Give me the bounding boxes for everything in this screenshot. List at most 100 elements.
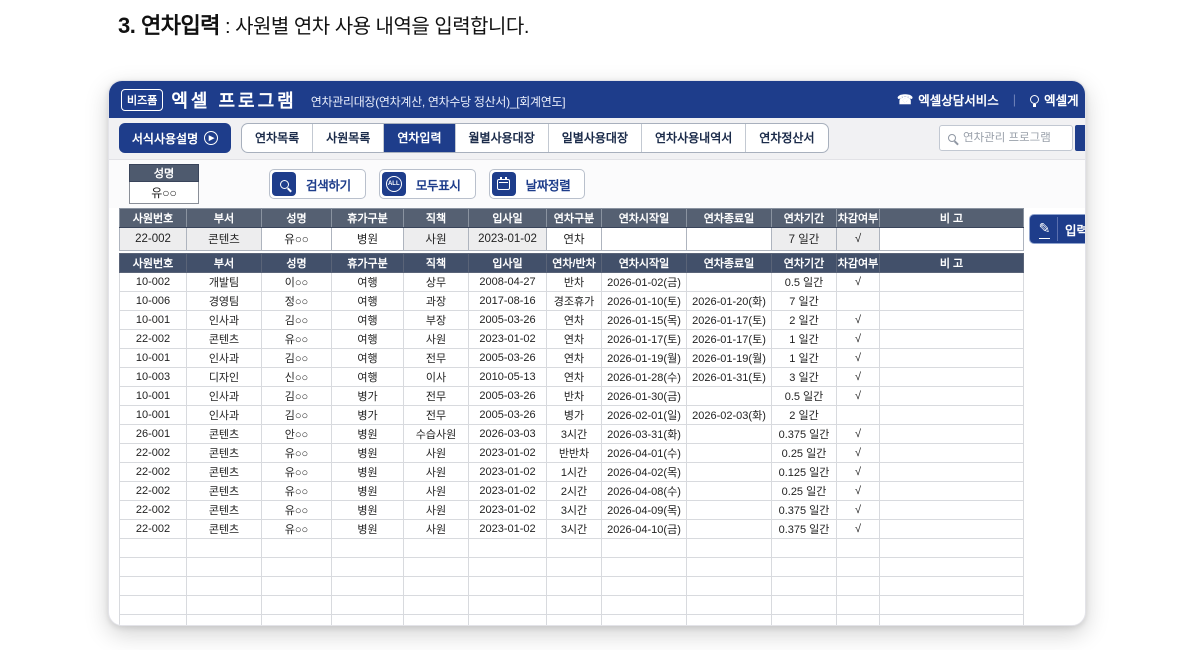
entry-submit-button[interactable]: ✎ 입력하 — [1029, 214, 1085, 244]
table-cell[interactable]: 0.375 일간 — [771, 500, 837, 520]
empty-cell[interactable] — [331, 576, 404, 596]
tab-item-4[interactable]: 일별사용대장 — [549, 124, 643, 152]
table-cell[interactable]: 콘텐츠 — [186, 227, 262, 251]
table-cell[interactable]: 2005-03-26 — [468, 405, 547, 425]
table-cell[interactable]: 2023-01-02 — [468, 329, 547, 349]
table-cell[interactable] — [879, 424, 1024, 444]
table-cell[interactable]: 경조휴가 — [546, 291, 602, 311]
table-cell[interactable] — [879, 481, 1024, 501]
empty-cell[interactable] — [261, 538, 332, 558]
empty-cell[interactable] — [546, 614, 602, 625]
table-cell[interactable]: 반차 — [546, 272, 602, 292]
empty-cell[interactable] — [119, 595, 187, 615]
empty-cell[interactable] — [836, 576, 880, 596]
excel-consult-link[interactable]: ☎ 엑셀상담서비스 — [897, 90, 999, 109]
table-cell[interactable]: 2010-05-13 — [468, 367, 547, 387]
table-cell[interactable] — [879, 291, 1024, 311]
table-cell[interactable]: 여행 — [331, 329, 404, 349]
table-cell[interactable] — [601, 227, 687, 251]
empty-cell[interactable] — [119, 538, 187, 558]
table-cell[interactable]: 1시간 — [546, 462, 602, 482]
table-cell[interactable]: 여행 — [331, 291, 404, 311]
table-cell[interactable]: 병원 — [331, 481, 404, 501]
empty-cell[interactable] — [331, 557, 404, 577]
table-cell[interactable]: 3시간 — [546, 519, 602, 539]
empty-cell[interactable] — [331, 614, 404, 625]
empty-cell[interactable] — [468, 595, 547, 615]
empty-cell[interactable] — [836, 538, 880, 558]
empty-cell[interactable] — [261, 557, 332, 577]
table-cell[interactable]: 사원 — [403, 500, 469, 520]
table-cell[interactable]: 반반차 — [546, 443, 602, 463]
table-cell[interactable]: 2026-04-01(수) — [601, 443, 687, 463]
table-cell[interactable]: 2026-03-03 — [468, 424, 547, 444]
table-cell[interactable]: 7 일간 — [771, 227, 837, 251]
tab-item-2[interactable]: 연차입력 — [384, 124, 456, 152]
table-cell[interactable] — [879, 367, 1024, 387]
table-cell[interactable]: 사원 — [403, 443, 469, 463]
empty-cell[interactable] — [186, 538, 262, 558]
table-cell[interactable] — [879, 348, 1024, 368]
excel-board-link[interactable]: 엑셀게 — [1030, 90, 1079, 109]
tab-item-0[interactable]: 연차목록 — [242, 124, 314, 152]
table-cell[interactable] — [686, 481, 772, 501]
table-cell[interactable]: 유○○ — [261, 227, 332, 251]
table-cell[interactable]: 유○○ — [261, 329, 332, 349]
table-cell[interactable]: √ — [836, 462, 880, 482]
empty-cell[interactable] — [403, 557, 469, 577]
table-cell[interactable] — [879, 519, 1024, 539]
empty-cell[interactable] — [771, 595, 837, 615]
table-cell[interactable]: 2026-02-03(화) — [686, 405, 772, 425]
empty-cell[interactable] — [686, 595, 772, 615]
table-cell[interactable]: 디자인 — [186, 367, 262, 387]
table-cell[interactable] — [879, 386, 1024, 406]
empty-cell[interactable] — [468, 557, 547, 577]
tab-item-6[interactable]: 연차정산서 — [746, 124, 827, 152]
empty-cell[interactable] — [601, 557, 687, 577]
table-cell[interactable]: 3 일간 — [771, 367, 837, 387]
table-cell[interactable] — [879, 310, 1024, 330]
search-go-button[interactable] — [1075, 125, 1085, 151]
table-cell[interactable]: √ — [836, 348, 880, 368]
table-cell[interactable]: 병가 — [331, 386, 404, 406]
table-cell[interactable]: 7 일간 — [771, 291, 837, 311]
table-cell[interactable]: 2005-03-26 — [468, 310, 547, 330]
table-cell[interactable]: √ — [836, 386, 880, 406]
show-all-button[interactable]: ALL 모두표시 — [378, 169, 476, 199]
table-cell[interactable]: 22-002 — [119, 519, 187, 539]
table-cell[interactable]: 콘텐츠 — [186, 424, 262, 444]
empty-cell[interactable] — [331, 538, 404, 558]
empty-cell[interactable] — [546, 538, 602, 558]
table-cell[interactable]: 김○○ — [261, 386, 332, 406]
table-cell[interactable]: √ — [836, 272, 880, 292]
search-button[interactable]: 검색하기 — [269, 169, 366, 199]
table-cell[interactable]: 0.5 일간 — [771, 386, 837, 406]
table-cell[interactable]: 병원 — [331, 227, 404, 251]
table-cell[interactable]: 2005-03-26 — [468, 348, 547, 368]
table-cell[interactable]: 3시간 — [546, 500, 602, 520]
empty-cell[interactable] — [186, 614, 262, 625]
table-cell[interactable]: 사원 — [403, 227, 469, 251]
table-cell[interactable]: 콘텐츠 — [186, 481, 262, 501]
empty-cell[interactable] — [836, 614, 880, 625]
empty-cell[interactable] — [836, 595, 880, 615]
empty-cell[interactable] — [601, 595, 687, 615]
table-cell[interactable]: 여행 — [331, 310, 404, 330]
table-cell[interactable]: 전무 — [403, 348, 469, 368]
table-cell[interactable]: 병원 — [331, 500, 404, 520]
tab-item-1[interactable]: 사원목록 — [313, 124, 385, 152]
empty-cell[interactable] — [771, 538, 837, 558]
table-cell[interactable]: 3시간 — [546, 424, 602, 444]
empty-cell[interactable] — [186, 576, 262, 596]
table-cell[interactable]: 10-001 — [119, 386, 187, 406]
table-cell[interactable]: 2026-01-19(월) — [686, 348, 772, 368]
table-cell[interactable] — [879, 500, 1024, 520]
table-cell[interactable]: 2026-01-17(토) — [686, 329, 772, 349]
table-cell[interactable] — [686, 227, 772, 251]
table-cell[interactable]: 2026-03-31(화) — [601, 424, 687, 444]
table-cell[interactable]: 수습사원 — [403, 424, 469, 444]
empty-cell[interactable] — [468, 614, 547, 625]
empty-cell[interactable] — [601, 538, 687, 558]
table-cell[interactable]: 0.5 일간 — [771, 272, 837, 292]
table-cell[interactable] — [686, 519, 772, 539]
